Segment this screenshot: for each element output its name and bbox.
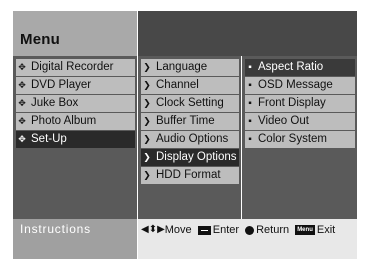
- chevron-right-icon: ❯: [143, 152, 151, 162]
- display-options-column: ▪ Aspect Ratio ▪ OSD Message ▪ Front Displa…: [242, 56, 357, 219]
- menu-key-icon: Menu: [295, 225, 315, 236]
- move-label: Move: [164, 224, 192, 237]
- chevron-right-icon: ❯: [143, 80, 151, 90]
- setup-item-label: Display Options: [156, 151, 237, 163]
- exit-label: Exit: [316, 224, 336, 237]
- main-item-label: Digital Recorder: [31, 61, 114, 73]
- display-item-osd-message[interactable]: ▪ OSD Message: [245, 77, 355, 94]
- enter-key-icon: [197, 225, 211, 235]
- display-item-label: Video Out: [258, 115, 309, 127]
- setup-item-label: Channel: [156, 79, 199, 91]
- main-item-label: Juke Box: [31, 97, 79, 109]
- instructions-label: Instructions: [20, 222, 91, 236]
- main-menu-column: ✥ Digital Recorder ✥ DVD Player ✥ Juke Box …: [13, 56, 137, 219]
- chevron-right-icon: ❯: [143, 116, 151, 126]
- main-item-label: DVD Player: [31, 79, 92, 91]
- main-item-photo-album[interactable]: ✥ Photo Album: [16, 113, 135, 130]
- setup-menu-column: ❯ Language ❯ Channel ❯ Clock Setting ❯ Buffe…: [138, 56, 241, 219]
- bullet-icon: ▪: [248, 80, 252, 91]
- main-item-digital-recorder[interactable]: ✥ Digital Recorder: [16, 59, 135, 76]
- enter-label: Enter: [212, 224, 240, 237]
- return-circle-icon: [245, 225, 255, 235]
- diamond-cross-icon: ✥: [18, 62, 26, 72]
- setup-item-clock-setting[interactable]: ❯ Clock Setting: [141, 95, 239, 112]
- main-item-dvd-player[interactable]: ✥ DVD Player: [16, 77, 135, 94]
- chevron-right-icon: ❯: [143, 98, 151, 108]
- setup-item-language[interactable]: ❯ Language: [141, 59, 239, 76]
- setup-item-display-options[interactable]: ❯ Display Options: [141, 149, 239, 166]
- main-item-juke-box[interactable]: ✥ Juke Box: [16, 95, 135, 112]
- menu-screen: Menu ✥ Digital Recorder ✥ DVD Player ✥ Juke…: [0, 0, 370, 265]
- setup-item-channel[interactable]: ❯ Channel: [141, 77, 239, 94]
- chevron-right-icon: ❯: [143, 134, 151, 144]
- main-item-label: Photo Album: [31, 115, 97, 127]
- display-item-video-out[interactable]: ▪ Video Out: [245, 113, 355, 130]
- display-item-label: Color System: [258, 133, 328, 145]
- key-legend: ◀⬍▶Move Enter Return Menu Exit: [141, 222, 356, 238]
- page-title: Menu: [20, 31, 60, 48]
- chevron-right-icon: ❯: [143, 170, 151, 180]
- main-item-label: Set-Up: [31, 133, 67, 145]
- diamond-cross-icon: ✥: [18, 116, 26, 126]
- setup-item-label: Clock Setting: [156, 97, 224, 109]
- main-item-set-up[interactable]: ✥ Set-Up: [16, 131, 135, 148]
- setup-item-buffer-time[interactable]: ❯ Buffer Time: [141, 113, 239, 130]
- display-item-label: Front Display: [258, 97, 326, 109]
- setup-item-label: Audio Options: [156, 133, 229, 145]
- setup-item-label: Language: [156, 61, 208, 73]
- return-label: Return: [256, 224, 290, 237]
- display-item-front-display[interactable]: ▪ Front Display: [245, 95, 355, 112]
- setup-item-hdd-format[interactable]: ❯ HDD Format: [141, 167, 239, 184]
- setup-item-label: HDD Format: [156, 169, 221, 181]
- chevron-right-icon: ❯: [143, 62, 151, 72]
- diamond-cross-icon: ✥: [18, 134, 26, 144]
- setup-item-label: Buffer Time: [156, 115, 215, 127]
- display-item-color-system[interactable]: ▪ Color System: [245, 131, 355, 148]
- display-item-label: Aspect Ratio: [258, 61, 324, 73]
- display-item-aspect-ratio[interactable]: ▪ Aspect Ratio: [245, 59, 355, 76]
- bullet-icon: ▪: [248, 98, 252, 109]
- diamond-cross-icon: ✥: [18, 80, 26, 90]
- setup-item-audio-options[interactable]: ❯ Audio Options: [141, 131, 239, 148]
- bullet-icon: ▪: [248, 62, 252, 73]
- display-item-label: OSD Message: [258, 79, 333, 91]
- header-right-panel: [138, 11, 357, 56]
- bullet-icon: ▪: [248, 134, 252, 145]
- diamond-cross-icon: ✥: [18, 98, 26, 108]
- four-way-arrow-icon: ◀⬍▶: [141, 224, 165, 236]
- bullet-icon: ▪: [248, 116, 252, 127]
